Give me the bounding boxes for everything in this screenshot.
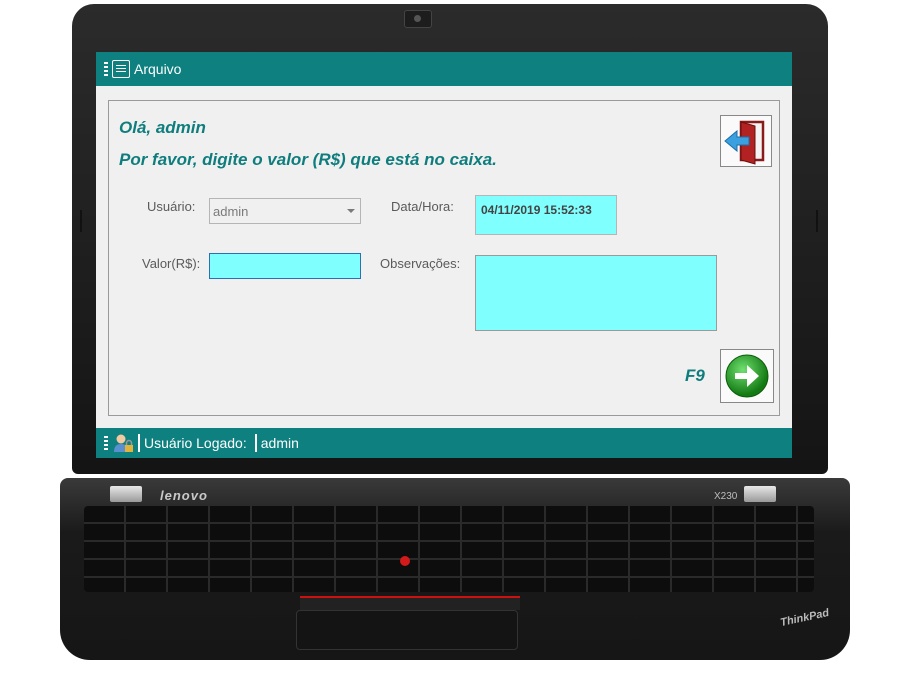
greeting-title: Olá, admin bbox=[119, 118, 206, 137]
usuario-select[interactable]: admin bbox=[209, 198, 361, 224]
user-lock-icon bbox=[114, 434, 133, 452]
file-menu-icon[interactable] bbox=[112, 60, 130, 78]
cash-open-panel: Olá, admin Por favor, digite o valor (R$… bbox=[108, 100, 780, 416]
keyboard-row-divider bbox=[84, 522, 814, 524]
status-separator bbox=[138, 434, 140, 452]
datahora-field: 04/11/2019 15:52:33 bbox=[475, 195, 617, 235]
lenovo-logo: lenovo bbox=[160, 488, 208, 503]
confirm-button[interactable] bbox=[720, 349, 774, 403]
datahora-label: Data/Hora: bbox=[391, 199, 454, 214]
chevron-down-icon bbox=[347, 209, 355, 213]
touchpad bbox=[296, 610, 518, 650]
greeting-instruction: Por favor, digite o valor (R$) que está … bbox=[119, 150, 497, 169]
status-separator bbox=[254, 434, 257, 452]
usuario-label: Usuário: bbox=[147, 199, 196, 214]
statusbar-grip-icon bbox=[104, 436, 108, 450]
model-label: X230 bbox=[714, 491, 738, 502]
keyboard-row-divider bbox=[84, 558, 814, 560]
trackpoint bbox=[400, 556, 410, 566]
exit-door-icon bbox=[724, 120, 765, 165]
toolbar-grip-icon bbox=[104, 62, 108, 76]
keyboard bbox=[84, 506, 814, 592]
logged-user-value: admin bbox=[260, 435, 299, 451]
logged-user-label: Usuário Logado: bbox=[144, 435, 247, 451]
menu-bar: Arquivo bbox=[96, 52, 792, 86]
trackpoint-buttons bbox=[300, 596, 520, 610]
arrow-right-icon bbox=[725, 354, 769, 398]
hinge bbox=[744, 486, 776, 502]
bezel-side-mark bbox=[816, 210, 818, 232]
f9-shortcut-label: F9 bbox=[685, 366, 705, 385]
app-window: Arquivo Olá, admin Por favor, digite o v… bbox=[96, 52, 792, 458]
keyboard-row-divider bbox=[84, 576, 814, 578]
keyboard-row-divider bbox=[84, 540, 814, 542]
observacoes-textarea[interactable] bbox=[475, 255, 717, 331]
observacoes-label: Observações: bbox=[380, 256, 461, 271]
valor-input[interactable] bbox=[209, 253, 361, 279]
webcam-icon bbox=[404, 10, 432, 28]
hinge bbox=[110, 486, 142, 502]
bezel-side-mark bbox=[80, 210, 82, 232]
valor-label: Valor(R$): bbox=[142, 256, 201, 271]
status-bar: Usuário Logado: admin bbox=[96, 428, 792, 458]
menu-item-arquivo[interactable]: Arquivo bbox=[134, 61, 181, 77]
exit-button[interactable] bbox=[720, 115, 772, 167]
usuario-select-value: admin bbox=[213, 204, 249, 219]
